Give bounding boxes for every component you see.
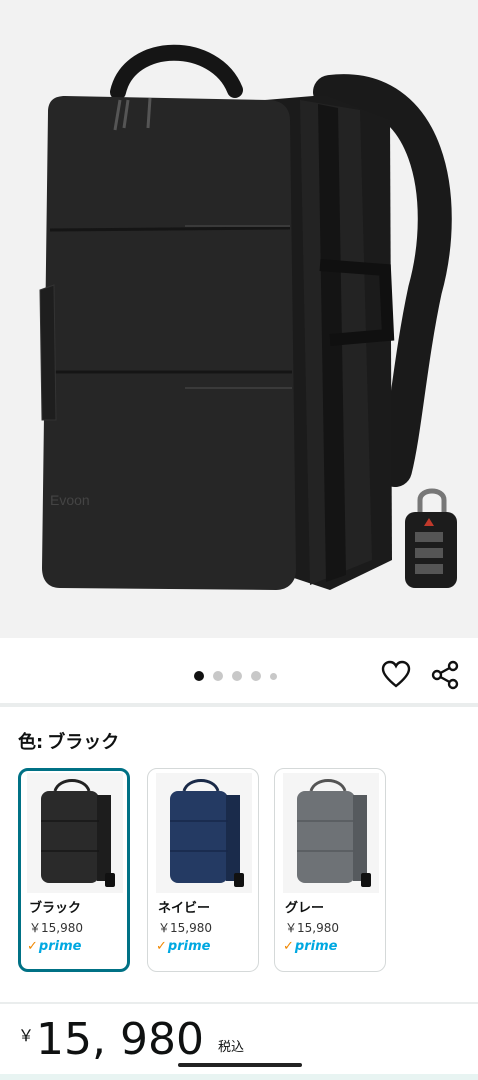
section-divider xyxy=(0,1002,478,1004)
share-icon[interactable] xyxy=(430,660,460,690)
swatch-price: ￥15,980 xyxy=(158,921,212,935)
swatch-price: ￥15,980 xyxy=(285,921,339,935)
swatch-image xyxy=(27,773,123,893)
swatch-name: ブラック xyxy=(29,901,82,916)
price-currency: ￥ xyxy=(18,1026,35,1045)
heart-icon[interactable] xyxy=(381,660,411,690)
backpack-illustration: Evoon xyxy=(39,44,457,590)
prime-check-icon: ✓ xyxy=(156,939,167,954)
swatch-gray[interactable]: グレー ￥15,980 ✓prime xyxy=(274,768,386,972)
pager-dot[interactable] xyxy=(270,672,277,680)
price-tax-label: 税込 xyxy=(217,1040,244,1055)
section-divider xyxy=(0,703,478,707)
swatch-navy[interactable]: ネイビー ￥15,980 ✓prime xyxy=(147,768,259,972)
prime-check-icon: ✓ xyxy=(27,939,38,954)
home-indicator xyxy=(178,1063,302,1067)
pager-dot[interactable] xyxy=(213,671,223,681)
image-pager[interactable] xyxy=(194,671,277,681)
bottom-strip xyxy=(0,1074,478,1080)
prime-check-icon: ✓ xyxy=(283,939,294,954)
price-block: ￥ 15, 980 税込 xyxy=(18,1018,244,1062)
prime-badge: ✓prime xyxy=(283,939,338,954)
swatch-image xyxy=(156,773,252,893)
brand-logo: Evoon xyxy=(50,492,90,508)
swatch-image xyxy=(283,773,379,893)
price-amount: 15, 980 xyxy=(36,1014,204,1065)
variation-label: 色: ブラック xyxy=(18,728,119,754)
product-image[interactable]: Evoon xyxy=(0,0,478,638)
swatch-name: ネイビー xyxy=(158,901,211,916)
pager-dot[interactable] xyxy=(232,671,242,681)
variation-selected-value: ブラック xyxy=(47,732,120,753)
prime-badge: ✓prime xyxy=(27,939,82,954)
variation-key: 色: xyxy=(18,732,44,753)
prime-badge: ✓prime xyxy=(156,939,211,954)
pager-dot[interactable] xyxy=(251,671,261,681)
swatch-price: ￥15,980 xyxy=(29,921,83,935)
swatch-black[interactable]: ブラック ￥15,980 ✓prime xyxy=(18,768,130,972)
swatch-name: グレー xyxy=(285,901,325,916)
pager-dot-active[interactable] xyxy=(194,671,204,681)
